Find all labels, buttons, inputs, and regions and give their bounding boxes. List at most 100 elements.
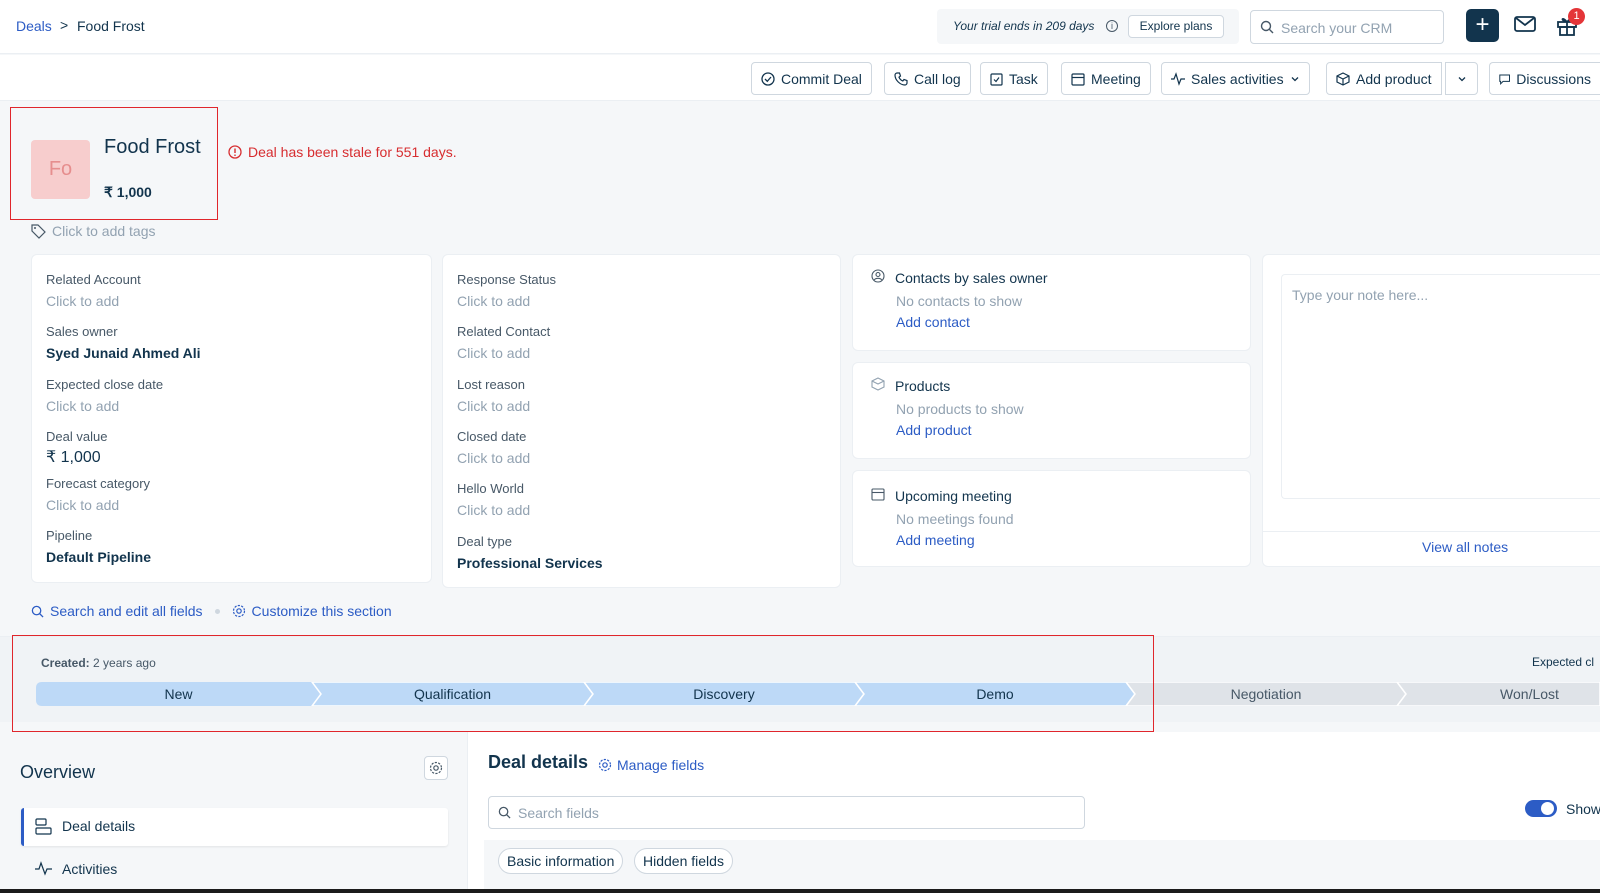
field-value[interactable]: Click to add — [457, 502, 530, 518]
call-log-button[interactable]: Call log — [884, 62, 971, 95]
layout-icon — [35, 818, 52, 835]
user-circle-icon — [871, 269, 885, 283]
deal-details-title: Deal details — [488, 752, 589, 772]
explore-plans-button[interactable]: Explore plans — [1128, 15, 1224, 38]
field-label: Related Account — [46, 272, 141, 287]
field-label: Closed date — [457, 429, 527, 444]
pulse-icon — [35, 861, 52, 876]
add-tags[interactable]: Click to add tags — [31, 223, 156, 239]
highlight-box-header — [10, 107, 218, 220]
add-contact-link[interactable]: Add contact — [896, 314, 970, 330]
stale-message: Deal has been stale for 551 days. — [248, 144, 457, 160]
field-label: Deal value — [46, 429, 108, 444]
chip-hidden-fields[interactable]: Hidden fields — [634, 848, 733, 874]
quick-add-button[interactable]: + — [1466, 9, 1499, 42]
field-label: Forecast category — [46, 476, 151, 491]
calendar-icon — [1071, 72, 1085, 86]
overview-title: Overview — [20, 762, 96, 782]
mail-icon[interactable] — [1514, 15, 1536, 33]
nav-deal-details-label[interactable]: Deal details — [62, 818, 135, 834]
field-value[interactable]: ₹ 1,000 — [46, 447, 101, 467]
add-meeting-link[interactable]: Add meeting — [896, 532, 975, 548]
search-fields-input[interactable]: Search fields — [488, 796, 1085, 829]
customize-section-link[interactable]: Customize this section — [252, 603, 392, 619]
breadcrumb-separator: > — [60, 17, 69, 33]
field-value[interactable]: Click to add — [457, 345, 530, 361]
add-product-menu-button[interactable] — [1445, 62, 1478, 95]
commit-deal-button[interactable]: Commit Deal — [751, 62, 872, 95]
gear-icon — [232, 604, 245, 618]
note-input[interactable] — [1281, 274, 1600, 499]
field-label: Related Contact — [457, 324, 551, 339]
field-value[interactable]: Click to add — [457, 293, 530, 309]
search-fields-placeholder: Search fields — [518, 805, 599, 821]
show-toggle-label: Show — [1566, 801, 1600, 817]
breadcrumb-current: Food Frost — [77, 18, 145, 34]
products-title: Products — [895, 378, 951, 394]
dot-separator — [214, 608, 220, 614]
expected-close-label: Expected cl — [1532, 655, 1595, 669]
search-edit-fields-link[interactable]: Search and edit all fields — [50, 603, 203, 619]
field-value[interactable]: Professional Services — [457, 555, 603, 571]
meeting-button[interactable]: Meeting — [1061, 62, 1151, 95]
field-label: Deal type — [457, 534, 512, 549]
field-value[interactable]: Click to add — [457, 450, 530, 466]
check-circle-icon — [761, 71, 775, 86]
field-value[interactable]: Click to add — [46, 398, 119, 414]
sales-activities-dropdown[interactable]: Sales activities — [1161, 62, 1310, 95]
products-empty: No products to show — [896, 401, 1024, 417]
box-icon — [871, 377, 885, 391]
discussions-button[interactable]: Discussions — [1489, 62, 1600, 95]
show-toggle-knob — [1541, 802, 1554, 815]
manage-fields-link[interactable]: Manage fields — [598, 757, 704, 773]
field-label: Response Status — [457, 272, 557, 287]
meetings-title: Upcoming meeting — [895, 488, 1012, 504]
field-label: Pipeline — [46, 528, 93, 543]
clipboard-check-icon — [990, 72, 1003, 86]
notification-badge: 1 — [1568, 8, 1585, 25]
alert-circle-icon — [228, 145, 242, 159]
gear-icon — [598, 758, 612, 772]
highlight-box-pipeline — [12, 635, 1154, 732]
info-icon[interactable]: i — [1106, 20, 1118, 32]
call-log-label: Call log — [914, 70, 961, 87]
trial-text: Your trial ends in 209 days — [953, 19, 1095, 33]
sales-activities-label: Sales activities — [1191, 70, 1284, 87]
field-label: Sales owner — [46, 324, 118, 339]
field-value[interactable]: Click to add — [46, 497, 119, 513]
commit-deal-label: Commit Deal — [781, 70, 862, 87]
stage-negotiation[interactable]: Negotiation — [1126, 682, 1406, 706]
task-button[interactable]: Task — [980, 62, 1048, 95]
field-value[interactable]: Click to add — [457, 398, 530, 414]
stale-warning: Deal has been stale for 551 days. — [228, 144, 457, 160]
note-placeholder: Type your note here... — [1292, 287, 1429, 303]
tag-icon — [31, 223, 46, 239]
window-bottom-edge — [0, 889, 1600, 893]
gear-icon — [429, 761, 443, 775]
stage-won-lost[interactable]: Won/Lost — [1397, 682, 1600, 706]
crm-search-placeholder: Search your CRM — [1281, 20, 1393, 36]
calendar-icon — [871, 488, 885, 501]
crm-search-input[interactable]: Search your CRM — [1250, 10, 1444, 44]
add-product-link[interactable]: Add product — [896, 422, 972, 438]
field-value[interactable]: Syed Junaid Ahmed Ali — [46, 345, 201, 361]
search-icon — [31, 605, 44, 618]
field-value[interactable]: Click to add — [46, 293, 119, 309]
field-label: Expected close date — [46, 377, 164, 392]
meetings-empty: No meetings found — [896, 511, 1014, 527]
add-product-label: Add product — [1356, 70, 1432, 87]
view-all-notes-link[interactable]: View all notes — [1422, 539, 1508, 555]
notes-divider — [1263, 531, 1600, 532]
overview-settings-button[interactable] — [424, 756, 448, 780]
chip-basic-information[interactable]: Basic information — [498, 848, 624, 874]
search-icon — [1260, 20, 1274, 34]
nav-activities-label[interactable]: Activities — [62, 861, 117, 877]
contacts-title: Contacts by sales owner — [895, 270, 1048, 286]
discussions-label: Discussions — [1516, 70, 1591, 87]
section-links: Search and edit all fields Customize thi… — [31, 603, 392, 619]
breadcrumb-deals-link[interactable]: Deals — [16, 18, 52, 34]
add-product-button[interactable]: Add product — [1326, 62, 1442, 95]
chat-icon — [1499, 73, 1510, 85]
field-value[interactable]: Default Pipeline — [46, 549, 151, 565]
task-label: Task — [1009, 70, 1038, 87]
